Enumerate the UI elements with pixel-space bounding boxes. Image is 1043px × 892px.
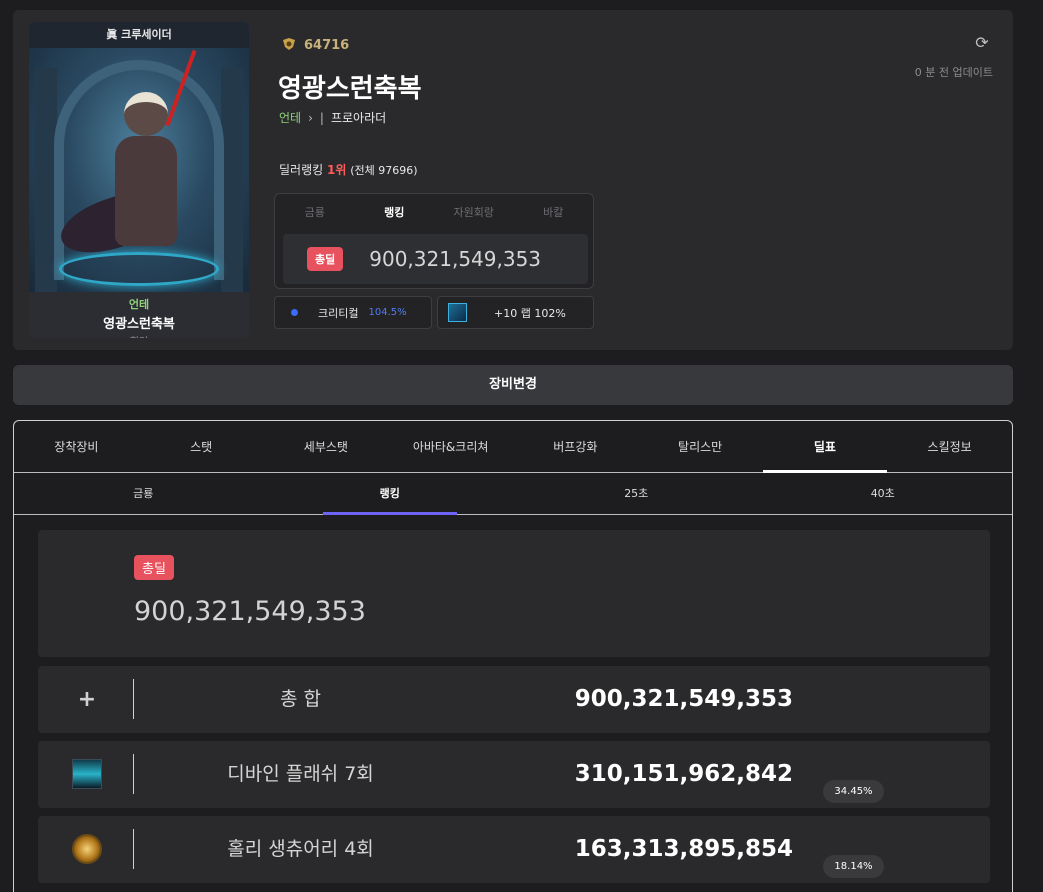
card-world: 언테 (128, 298, 150, 311)
tab-detail-stats[interactable]: 세부스탯 (264, 421, 389, 472)
row-divider (133, 754, 134, 794)
rank-total: (전체 97696) (350, 164, 418, 177)
rank-value: 1위 (327, 163, 347, 177)
gear-text: +10 랩 102% (494, 306, 566, 320)
refresh-icon[interactable]: ⟳ (973, 34, 991, 52)
card-footer: 언테 영광스런축복 힐더 (29, 292, 249, 338)
row-divider (133, 679, 134, 719)
row-divider (133, 829, 134, 869)
row-name: 홀리 생츄어리 4회 (227, 838, 374, 860)
critical-pct: 104.5% (368, 307, 407, 318)
trophy-score: 64716 (280, 36, 349, 54)
row-pct-badge: 18.14% (823, 855, 884, 878)
sub-tabs: 금룡 랭킹 25초 40초 (14, 473, 1012, 515)
job-line: 언테 › | 프로아라더 (279, 109, 386, 126)
row-name: 총 합 (280, 688, 321, 710)
tab-avatar-creature[interactable]: 아바타&크리쳐 (388, 421, 513, 472)
subtab-40s[interactable]: 40초 (760, 473, 1007, 514)
deal-mini-tabs: 금룡 랭킹 자원회랑 바칼 (275, 194, 593, 230)
tab-deal-table[interactable]: 딜표 (762, 421, 888, 473)
character-profile: 眞 크루세이더 언테 영광스런축복 힐더 64716 영광스런축복 언테 › |… (13, 10, 1013, 350)
critical-chip: 크리티컬 104.5% (274, 296, 432, 329)
detail-panel: 장착장비 스탯 세부스탯 아바타&크리쳐 버프강화 탈리스만 딜표 스킬정보 금… (13, 420, 1013, 892)
plus-icon: + (77, 686, 97, 712)
tab-talisman[interactable]: 탈리스만 (638, 421, 763, 472)
mini-tab-bakal[interactable]: 바칼 (514, 204, 594, 220)
total-deal-card-badge: 총딜 (134, 555, 174, 580)
row-value: 900,321,549,353 (574, 686, 793, 712)
trophy-value: 64716 (304, 37, 350, 53)
rank-prefix: 딜러랭킹 (279, 163, 324, 177)
row-value: 163,313,895,854 (574, 836, 793, 862)
main-tabs: 장착장비 스탯 세부스탯 아바타&크리쳐 버프강화 탈리스만 딜표 스킬정보 (14, 421, 1012, 473)
row-pct-badge: 34.45% (823, 780, 884, 803)
row-value: 310,151,962,842 (574, 761, 793, 787)
subtab-ranking[interactable]: 랭킹 (267, 473, 514, 515)
tab-equipment[interactable]: 장착장비 (14, 421, 139, 472)
character-image (29, 48, 249, 292)
mini-tab-geumryong[interactable]: 금룡 (275, 204, 355, 220)
deal-summary-box: 금룡 랭킹 자원회랑 바칼 총딜 900,321,549,353 (274, 193, 594, 289)
tab-skill-info[interactable]: 스킬정보 (887, 421, 1012, 472)
deal-value-row: 총딜 900,321,549,353 (283, 234, 588, 284)
subtab-geumryong[interactable]: 금룡 (20, 473, 267, 514)
tab-stats[interactable]: 스탯 (139, 421, 264, 472)
deal-row-total[interactable]: + 총 합 900,321,549,353 (38, 666, 990, 733)
subtab-25s[interactable]: 25초 (513, 473, 760, 514)
character-card[interactable]: 眞 크루세이더 언테 영광스런축복 힐더 (29, 22, 249, 338)
job-name: 프로아라더 (330, 111, 387, 125)
holy-sanctuary-skill-icon (71, 833, 103, 865)
separator: | (319, 110, 324, 125)
critical-label: 크리티컬 (318, 306, 359, 320)
divine-flash-skill-icon (71, 758, 103, 790)
mini-tab-resource[interactable]: 자원회랑 (434, 204, 514, 220)
updated-time: 0 분 전 업데이트 (915, 64, 993, 80)
trophy-icon (283, 38, 295, 50)
deal-row-holy-sanctuary[interactable]: 홀리 생츄어리 4회 163,313,895,854 18.14% (38, 816, 990, 883)
card-name: 영광스런축복 (103, 317, 175, 332)
total-deal-card: 총딜 900,321,549,353 (38, 530, 990, 657)
gear-chip: +10 랩 102% (437, 296, 594, 329)
total-deal-card-value: 900,321,549,353 (134, 596, 366, 627)
total-deal-badge: 총딜 (307, 247, 344, 271)
card-guild: 힐더 (29, 333, 249, 338)
gear-gem-icon (448, 303, 467, 322)
updated-minutes: 0 (914, 66, 922, 79)
card-server-label: 眞 크루세이더 (29, 22, 249, 48)
equip-change-button[interactable]: 장비변경 (13, 365, 1013, 405)
chevron-right-icon: › (308, 110, 313, 125)
character-name: 영광스런축복 (278, 74, 422, 104)
updated-text: 분 전 업데이트 (925, 66, 993, 79)
tab-buff[interactable]: 버프강화 (513, 421, 638, 472)
dealer-ranking: 딜러랭킹 1위 (전체 97696) (279, 161, 418, 178)
world-link[interactable]: 언테 (279, 109, 301, 126)
total-deal-value: 900,321,549,353 (369, 247, 542, 271)
row-name: 디바인 플래쉬 7회 (227, 763, 374, 785)
mini-tab-ranking[interactable]: 랭킹 (355, 204, 435, 220)
deal-row-divine-flash[interactable]: 디바인 플래쉬 7회 310,151,962,842 34.45% (38, 741, 990, 808)
critical-dot-icon (291, 309, 298, 316)
